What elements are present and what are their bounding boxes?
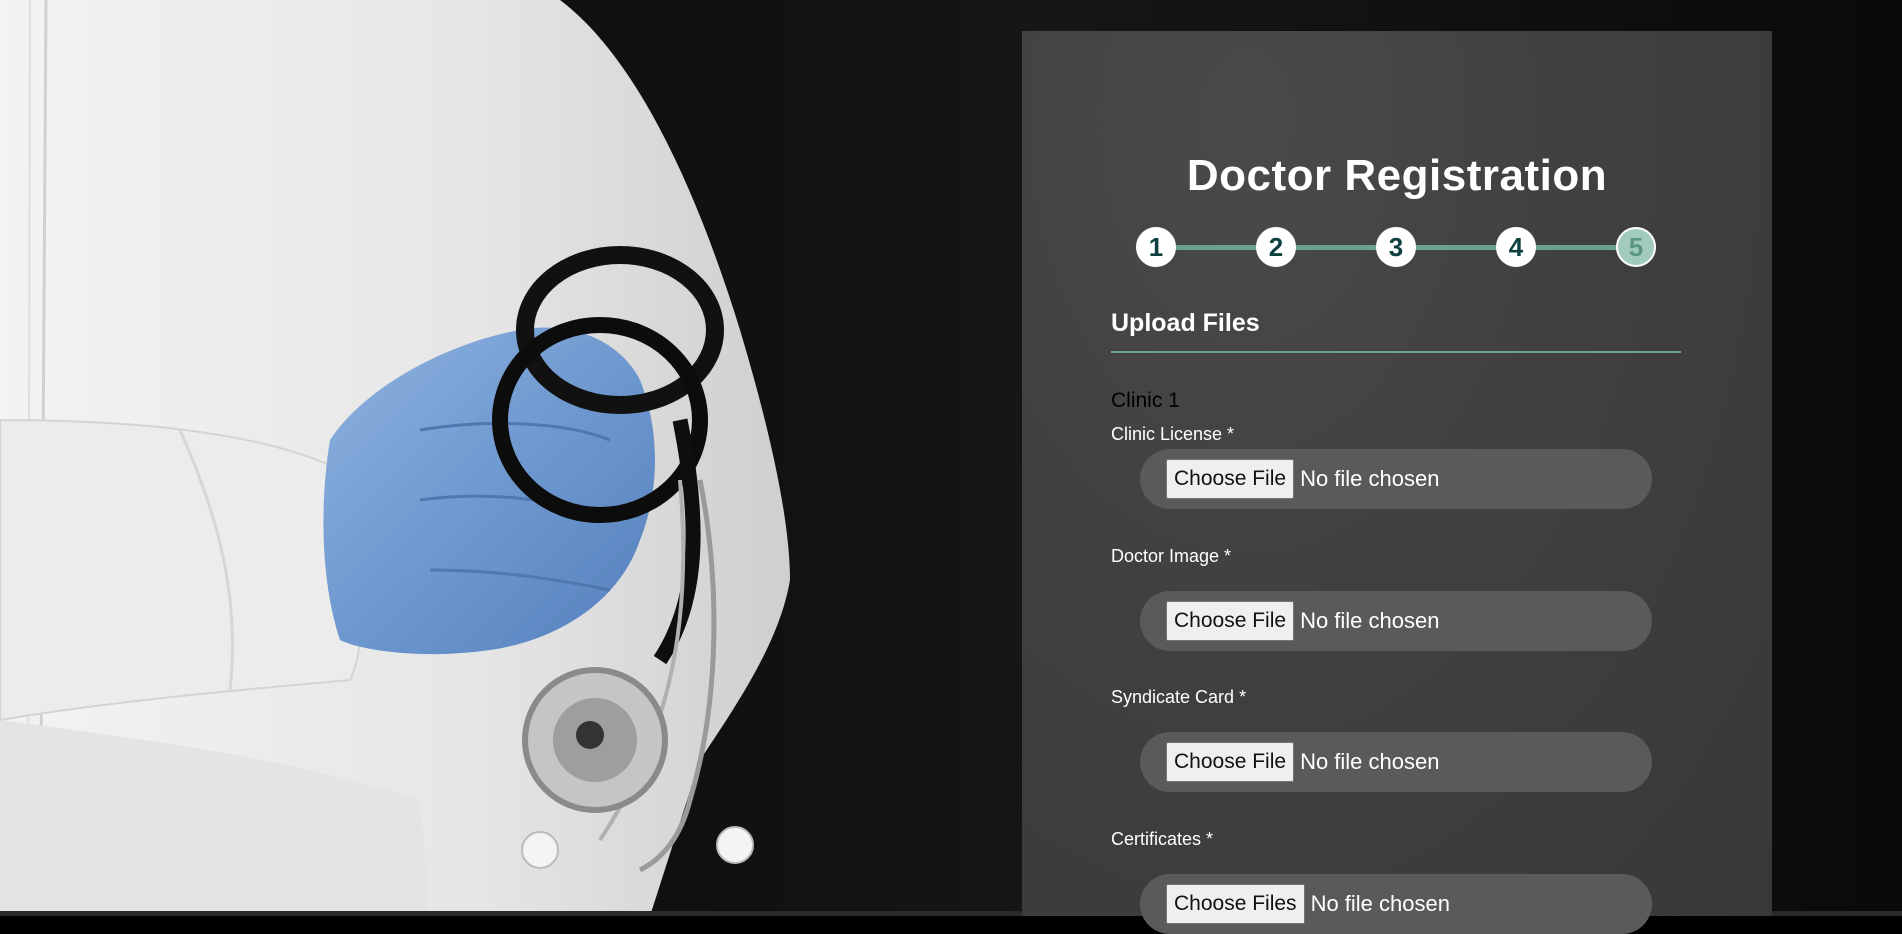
certificates-file-status: No file chosen bbox=[1310, 891, 1450, 916]
clinic-license-file-input[interactable]: Choose File No file chosen bbox=[1140, 449, 1652, 509]
syndicate-card-file-input[interactable]: Choose File No file chosen bbox=[1140, 732, 1652, 792]
certificates-choose-button[interactable]: Choose Files bbox=[1166, 884, 1305, 924]
doctor-stethoscope-image bbox=[0, 0, 790, 916]
progress-stepper: 1 2 3 4 5 bbox=[1136, 227, 1656, 269]
doctor-image-file-input[interactable]: Choose File No file chosen bbox=[1140, 591, 1652, 651]
clinic-license-file-status: No file chosen bbox=[1300, 466, 1440, 491]
step-4[interactable]: 4 bbox=[1496, 227, 1536, 267]
section-divider bbox=[1111, 351, 1681, 353]
doctor-image-choose-button[interactable]: Choose File bbox=[1166, 601, 1295, 641]
doctor-image-label: Doctor Image * bbox=[1111, 546, 1232, 566]
step-2[interactable]: 2 bbox=[1256, 227, 1296, 267]
page-title: Doctor Registration bbox=[1186, 151, 1608, 200]
certificates-label: Certificates * bbox=[1111, 829, 1214, 849]
doctor-image-file-status: No file chosen bbox=[1300, 608, 1440, 633]
syndicate-card-file-status: No file chosen bbox=[1300, 749, 1440, 774]
section-title: Upload Files bbox=[1111, 309, 1260, 337]
step-3[interactable]: 3 bbox=[1376, 227, 1416, 267]
syndicate-card-label: Syndicate Card * bbox=[1111, 687, 1247, 707]
syndicate-card-choose-button[interactable]: Choose File bbox=[1166, 742, 1295, 782]
step-5-active[interactable]: 5 bbox=[1616, 227, 1656, 267]
clinic-license-label: Clinic License * bbox=[1111, 424, 1235, 444]
clinic-license-choose-button[interactable]: Choose File bbox=[1166, 459, 1295, 499]
clinic-heading: Clinic 1 bbox=[1111, 389, 1180, 412]
step-1[interactable]: 1 bbox=[1136, 227, 1176, 267]
registration-panel: Doctor Registration 1 2 3 4 5 Upload Fil… bbox=[1022, 31, 1772, 934]
certificates-file-input[interactable]: Choose Files No file chosen bbox=[1140, 874, 1652, 934]
